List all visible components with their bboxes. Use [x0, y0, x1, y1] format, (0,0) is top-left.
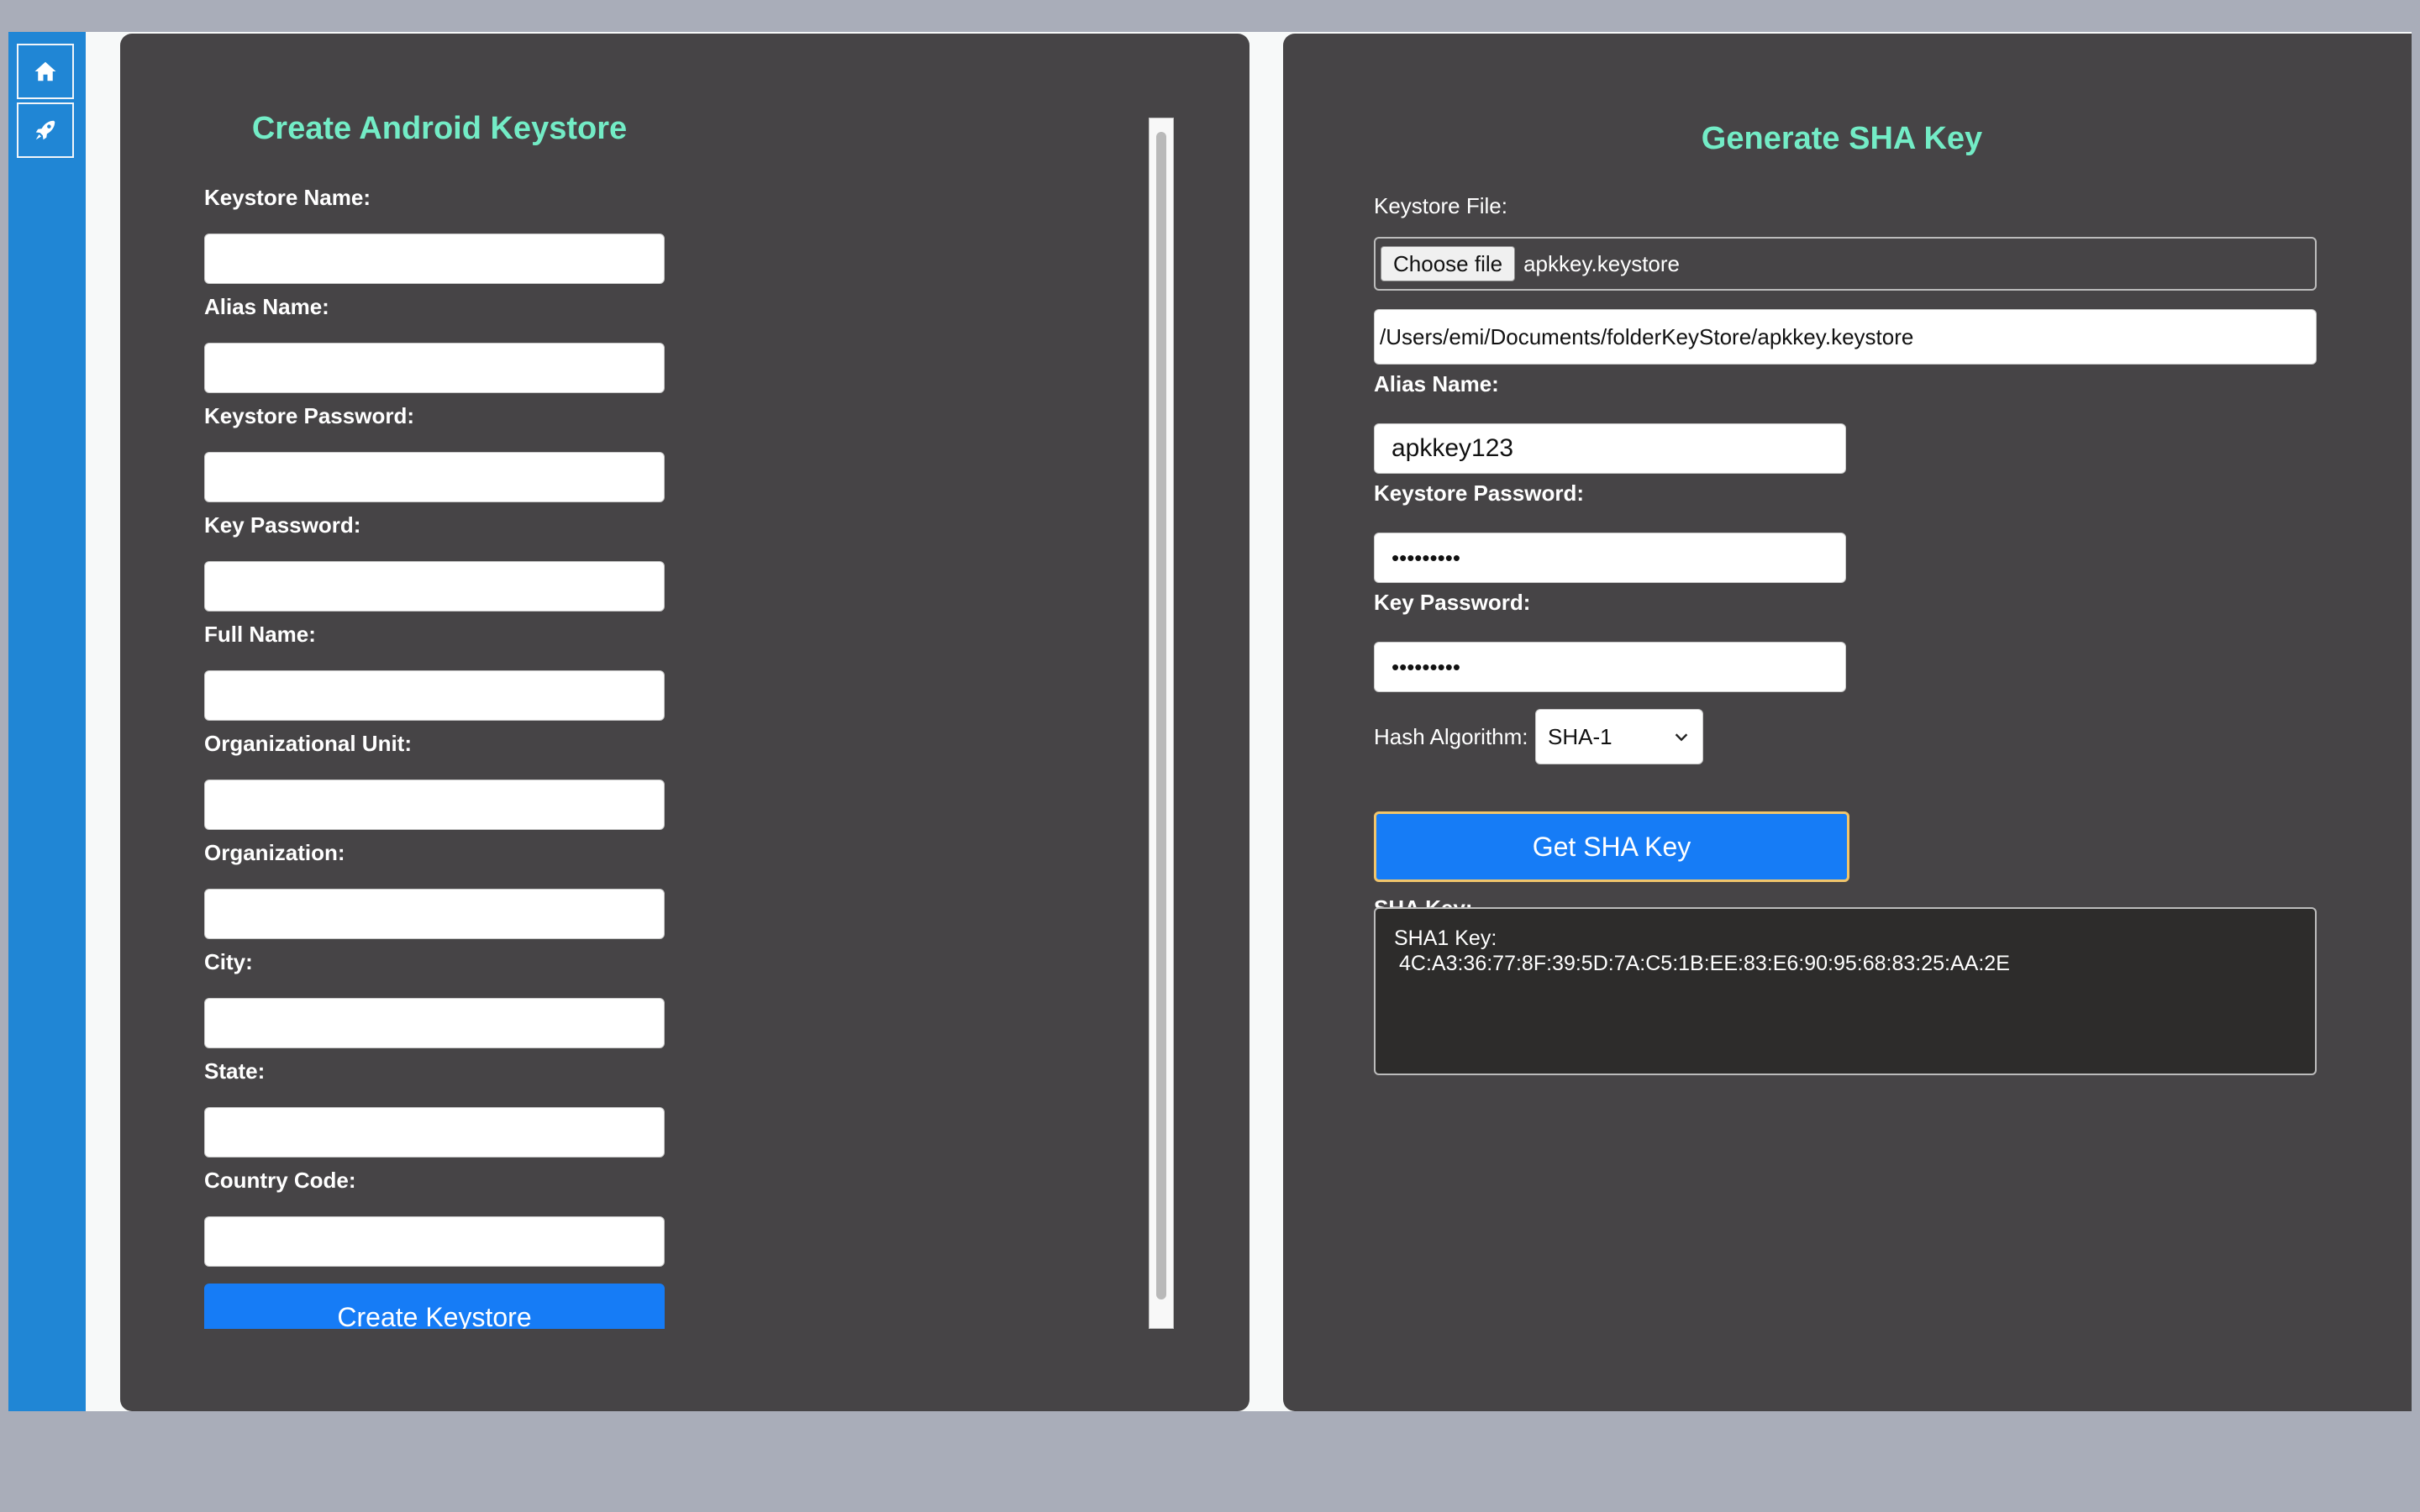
keystore-name-label: Keystore Name:	[204, 185, 371, 210]
state-label: State:	[204, 1058, 266, 1084]
create-keystore-scroll-area[interactable]: Create Android Keystore Keystore Name: A…	[120, 34, 1176, 1329]
country-code-label: Country Code:	[204, 1168, 356, 1193]
hash-algorithm-value: SHA-1	[1548, 723, 1612, 749]
create-keystore-button[interactable]: Create Keystore	[204, 1284, 665, 1329]
rocket-icon	[35, 120, 55, 140]
home-button[interactable]	[17, 44, 74, 99]
sha-output-heading: SHA1 Key:	[1394, 927, 1497, 950]
create-key-password-label: Key Password:	[204, 512, 361, 538]
create-alias-name-label: Alias Name:	[204, 294, 329, 319]
create-keystore-panel: Create Android Keystore Keystore Name: A…	[120, 34, 1249, 1411]
keystore-password-label: Keystore Password:	[1374, 480, 1584, 506]
alias-name-label: Alias Name:	[1374, 371, 1499, 396]
sha-output-value: 4C:A3:36:77:8F:39:5D:7A:C5:1B:EE:83:E6:9…	[1399, 952, 2010, 975]
selected-file-name: apkkey.keystore	[1523, 250, 1681, 276]
rocket-button[interactable]	[17, 102, 74, 158]
city-input[interactable]	[204, 998, 665, 1048]
full-name-label: Full Name:	[204, 622, 316, 647]
create-keystore-password-input[interactable]	[204, 452, 665, 502]
generate-sha-panel: Generate SHA Key Keystore File: Choose f…	[1283, 34, 2412, 1411]
hash-algorithm-select[interactable]: SHA-1	[1535, 709, 1703, 764]
city-label: City:	[204, 949, 253, 974]
full-name-input[interactable]	[204, 670, 665, 721]
keystore-file-label: Keystore File:	[1374, 193, 1507, 218]
keystore-path-input[interactable]	[1374, 309, 2317, 365]
create-key-password-input[interactable]	[204, 561, 665, 612]
organizational-unit-input[interactable]	[204, 780, 665, 830]
organization-label: Organization:	[204, 840, 345, 865]
keystore-password-input[interactable]	[1374, 533, 1846, 583]
get-sha-key-button[interactable]: Get SHA Key	[1374, 811, 1849, 882]
key-password-label: Key Password:	[1374, 590, 1531, 615]
organization-input[interactable]	[204, 889, 665, 939]
sha-key-output[interactable]: SHA1 Key: 4C:A3:36:77:8F:39:5D:7A:C5:1B:…	[1374, 907, 2317, 1075]
state-input[interactable]	[204, 1107, 665, 1158]
choose-file-button[interactable]: Choose file	[1381, 246, 1516, 281]
create-keystore-scrollbar[interactable]	[1149, 118, 1174, 1329]
hash-algorithm-label: Hash Algorithm:	[1374, 724, 1528, 749]
create-keystore-password-label: Keystore Password:	[204, 403, 414, 428]
app-window: Create Android Keystore Keystore Name: A…	[8, 32, 2412, 1411]
organizational-unit-label: Organizational Unit:	[204, 731, 412, 756]
keystore-file-picker[interactable]: Choose file apkkey.keystore	[1374, 237, 2317, 291]
create-alias-name-input[interactable]	[204, 343, 665, 393]
generate-sha-title: Generate SHA Key	[1701, 121, 1983, 156]
chevron-down-icon	[1675, 733, 1688, 742]
keystore-name-input[interactable]	[204, 234, 665, 284]
home-icon	[34, 61, 56, 81]
create-keystore-title: Create Android Keystore	[251, 111, 628, 146]
country-code-input[interactable]	[204, 1216, 665, 1267]
key-password-input[interactable]	[1374, 642, 1846, 692]
sidebar	[8, 32, 86, 1411]
create-keystore-scroll-thumb[interactable]	[1156, 132, 1166, 1299]
alias-name-input[interactable]	[1374, 423, 1846, 474]
